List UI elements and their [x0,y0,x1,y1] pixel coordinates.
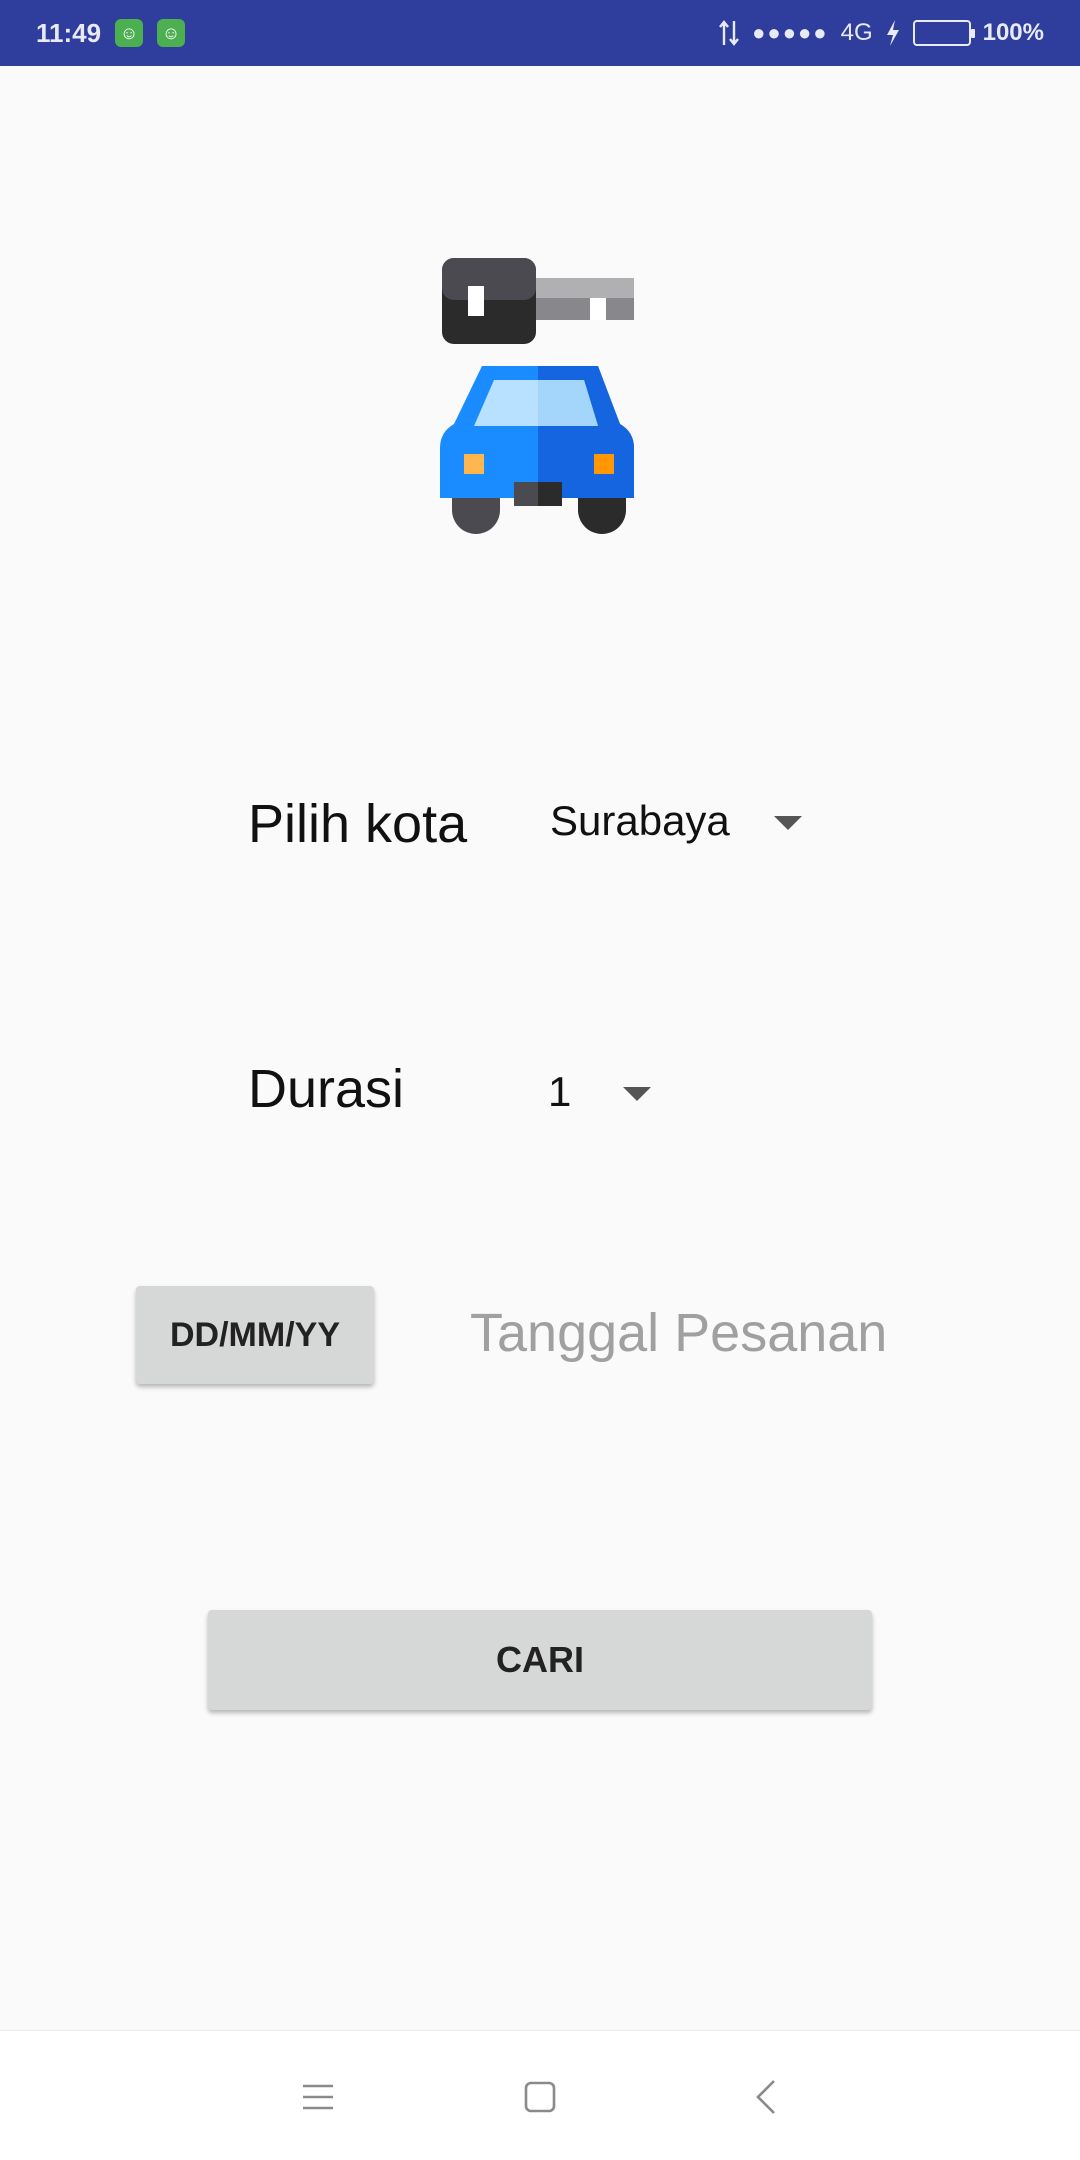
order-date-field: Tanggal Pesanan [470,1303,888,1363]
signal-strength-icon: ●●●●● [752,20,829,45]
status-time: 11:49 [36,17,102,48]
charging-icon [886,20,899,46]
chevron-down-icon [773,816,802,830]
chevron-down-icon [623,1087,652,1101]
back-icon[interactable] [736,2067,796,2127]
search-button[interactable]: CARI [208,1610,872,1710]
data-transfer-icon [719,20,740,46]
battery-percent: 100% [982,19,1044,46]
city-spinner-value: Surabaya [550,797,730,844]
system-nav-bar [0,2030,1080,2160]
car-key-icon [440,258,634,534]
duration-spinner-value: 1 [548,1068,572,1115]
android-notification-icon: ☺ [157,19,186,47]
status-bar-right: ●●●●● 4G 100% [718,19,1044,47]
network-type: 4G [840,19,873,46]
city-label: Pilih kota [248,794,468,854]
android-notification-icon: ☺ [115,19,144,47]
status-bar: 11:49 ☺ ☺ ●●●●● 4G 100% [0,0,1080,66]
date-picker-button[interactable]: DD/MM/YY [136,1286,374,1384]
battery-icon [912,20,975,46]
status-bar-left: 11:49 ☺ ☺ [36,17,186,49]
home-icon[interactable] [510,2067,570,2127]
city-spinner[interactable]: Surabaya [550,797,802,845]
app-screen: 11:49 ☺ ☺ ●●●●● 4G 100% Pilih kota Surab… [0,0,1080,2160]
duration-label: Durasi [248,1059,405,1119]
menu-icon[interactable] [288,2067,348,2127]
duration-spinner[interactable]: 1 [548,1068,652,1116]
